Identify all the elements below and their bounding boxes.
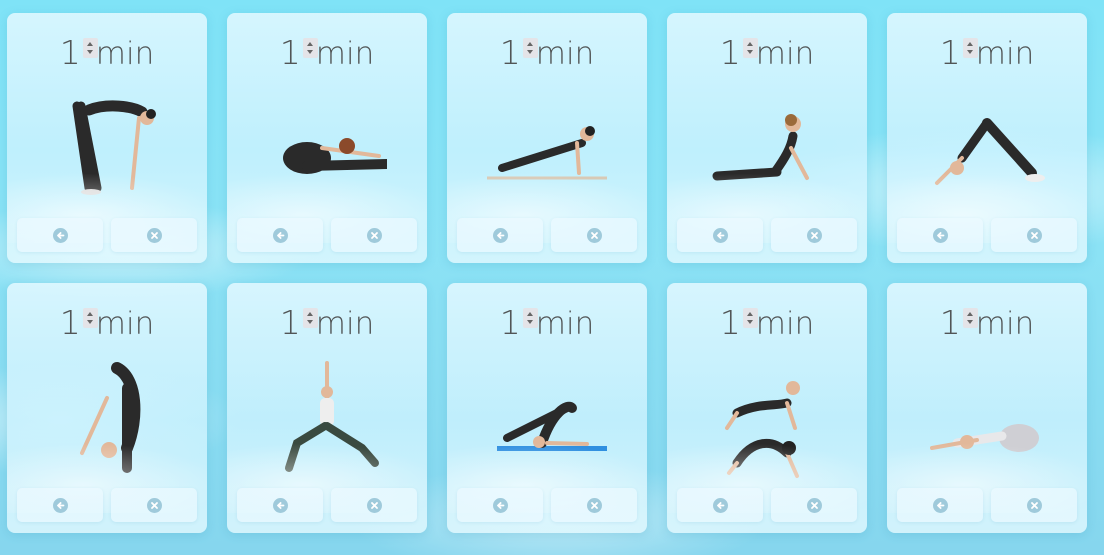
remove-button[interactable] bbox=[771, 218, 857, 252]
arrow-left-circle-icon bbox=[492, 227, 508, 243]
duration-unit: min bbox=[95, 36, 155, 72]
duration-value[interactable]: 1 bbox=[940, 303, 961, 342]
exercise-grid: 1 min 1 min 1 min 1 min 1 min 1 min 1 mi… bbox=[7, 13, 1087, 533]
arrow-left-circle-icon bbox=[52, 497, 68, 513]
duration-value[interactable]: 1 bbox=[280, 33, 301, 72]
back-button[interactable] bbox=[677, 218, 763, 252]
back-button[interactable] bbox=[17, 488, 103, 522]
exercise-card: 1 min bbox=[887, 13, 1087, 263]
duration-unit: min bbox=[95, 306, 155, 342]
back-button[interactable] bbox=[237, 488, 323, 522]
x-circle-icon bbox=[586, 227, 602, 243]
duration-value[interactable]: 1 bbox=[60, 303, 81, 342]
remove-button[interactable] bbox=[551, 488, 637, 522]
remove-button[interactable] bbox=[991, 488, 1077, 522]
x-circle-icon bbox=[146, 497, 162, 513]
exercise-card: 1 min bbox=[887, 283, 1087, 533]
duration-unit: min bbox=[535, 306, 595, 342]
duration-control: 1 min bbox=[227, 303, 427, 347]
duration-unit: min bbox=[755, 36, 815, 72]
duration-unit: min bbox=[315, 36, 375, 72]
duration-value[interactable]: 1 bbox=[720, 303, 741, 342]
back-button[interactable] bbox=[897, 218, 983, 252]
back-button[interactable] bbox=[237, 218, 323, 252]
arrow-left-circle-icon bbox=[272, 227, 288, 243]
duration-control: 1 min bbox=[447, 303, 647, 347]
remove-button[interactable] bbox=[771, 488, 857, 522]
arrow-left-circle-icon bbox=[932, 497, 948, 513]
arrow-left-circle-icon bbox=[492, 497, 508, 513]
duration-value[interactable]: 1 bbox=[60, 33, 81, 72]
duration-unit: min bbox=[535, 36, 595, 72]
arrow-left-circle-icon bbox=[932, 227, 948, 243]
duration-control: 1 min bbox=[667, 33, 867, 77]
plank-figure bbox=[487, 126, 607, 180]
duration-unit: min bbox=[315, 306, 375, 342]
duration-unit: min bbox=[975, 306, 1035, 342]
back-button[interactable] bbox=[677, 488, 763, 522]
x-circle-icon bbox=[806, 497, 822, 513]
arrow-left-circle-icon bbox=[712, 497, 728, 513]
back-button[interactable] bbox=[457, 488, 543, 522]
deep-forward-fold-figure bbox=[80, 362, 141, 473]
back-button[interactable] bbox=[457, 218, 543, 252]
duration-value[interactable]: 1 bbox=[940, 33, 961, 72]
exercise-card: 1 min bbox=[7, 283, 207, 533]
exercise-card: 1 min bbox=[7, 13, 207, 263]
x-circle-icon bbox=[1026, 227, 1042, 243]
exercise-card: 1 min bbox=[667, 13, 867, 263]
arrow-left-circle-icon bbox=[272, 497, 288, 513]
duration-control: 1 min bbox=[887, 33, 1087, 77]
exercise-card: 1 min bbox=[227, 283, 427, 533]
remove-button[interactable] bbox=[111, 218, 197, 252]
duration-control: 1 min bbox=[7, 303, 207, 347]
duration-control: 1 min bbox=[227, 33, 427, 77]
downward-dog-figure bbox=[935, 118, 1045, 185]
back-button[interactable] bbox=[897, 488, 983, 522]
standing-forward-bend-figure bbox=[72, 100, 156, 195]
x-circle-icon bbox=[586, 497, 602, 513]
remove-button[interactable] bbox=[331, 218, 417, 252]
cobra-figure bbox=[712, 114, 809, 181]
remove-button[interactable] bbox=[991, 218, 1077, 252]
x-circle-icon bbox=[806, 227, 822, 243]
duration-value[interactable]: 1 bbox=[280, 303, 301, 342]
exercise-card: 1 min bbox=[227, 13, 427, 263]
back-button[interactable] bbox=[17, 218, 103, 252]
duration-control: 1 min bbox=[447, 33, 647, 77]
exercise-card: 1 min bbox=[447, 283, 647, 533]
warrior-lunge-figure bbox=[285, 361, 379, 472]
x-circle-icon bbox=[366, 497, 382, 513]
duration-control: 1 min bbox=[7, 33, 207, 77]
arrow-left-circle-icon bbox=[52, 227, 68, 243]
remove-button[interactable] bbox=[551, 218, 637, 252]
remove-button[interactable] bbox=[331, 488, 417, 522]
duration-unit: min bbox=[755, 306, 815, 342]
exercise-card: 1 min bbox=[667, 283, 867, 533]
duration-value[interactable]: 1 bbox=[720, 33, 741, 72]
remove-button[interactable] bbox=[111, 488, 197, 522]
seated-forward-bend-figure bbox=[283, 138, 387, 174]
childs-pose-figure bbox=[930, 424, 1039, 452]
duration-control: 1 min bbox=[887, 303, 1087, 347]
plow-pose-figure bbox=[497, 401, 607, 451]
cat-cow-figure bbox=[725, 381, 800, 478]
duration-unit: min bbox=[975, 36, 1035, 72]
x-circle-icon bbox=[146, 227, 162, 243]
x-circle-icon bbox=[366, 227, 382, 243]
duration-value[interactable]: 1 bbox=[500, 303, 521, 342]
duration-control: 1 min bbox=[667, 303, 867, 347]
duration-value[interactable]: 1 bbox=[500, 33, 521, 72]
x-circle-icon bbox=[1026, 497, 1042, 513]
exercise-card: 1 min bbox=[447, 13, 647, 263]
arrow-left-circle-icon bbox=[712, 227, 728, 243]
